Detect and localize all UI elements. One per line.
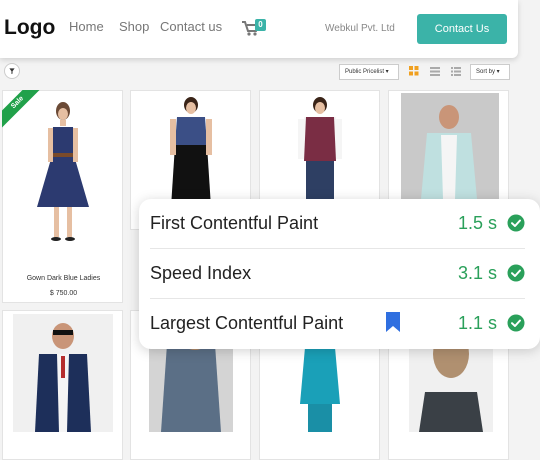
top-navbar: Logo Home Shop Contact us 0 Webkul Pvt. … [0, 0, 518, 58]
list-view-icon[interactable] [430, 66, 440, 76]
check-circle-icon [507, 314, 525, 332]
metric-label: Largest Contentful Paint [150, 313, 344, 333]
metric-value: 3.1 s [457, 263, 497, 283]
product-image-dress [37, 102, 89, 241]
nav-link-home[interactable]: Home [69, 19, 104, 34]
check-circle-icon [507, 264, 525, 282]
sort-by-dropdown[interactable]: Sort by ▾ [470, 64, 510, 80]
contact-us-button[interactable]: Contact Us [417, 14, 507, 44]
nav-link-shop[interactable]: Shop [119, 19, 149, 34]
grid-view-icon[interactable] [409, 66, 419, 76]
cart-count-badge: 0 [255, 19, 266, 31]
pricelist-label: Public Pricelist [345, 69, 385, 75]
metric-row-speed-index: Speed Index 3.1 s [150, 249, 525, 299]
product-name[interactable]: Gown Dark Blue Ladies [3, 275, 124, 282]
check-circle-icon [507, 214, 525, 232]
metric-value: 1.1 s [457, 313, 497, 333]
sort-by-label: Sort by [476, 69, 496, 75]
metric-row-first-contentful-paint: First Contentful Paint 1.5 s [150, 199, 525, 249]
nav-link-contact[interactable]: Contact us [160, 19, 222, 34]
metric-label: First Contentful Paint [150, 213, 319, 233]
product-image-vest [298, 97, 342, 199]
site-logo[interactable]: Logo [4, 16, 55, 40]
filter-icon[interactable] [4, 63, 20, 79]
product-price: $ 750.00 [49, 290, 78, 297]
product-image-black-dress [170, 97, 212, 207]
metric-label: Speed Index [150, 263, 252, 283]
product-image-man-shirt [401, 93, 499, 199]
product-card[interactable]: Sale Gown Dark Blue Ladies $ 750.00 [2, 90, 123, 303]
compact-list-view-icon[interactable] [451, 66, 461, 76]
metric-value: 1.5 s [457, 213, 497, 233]
company-name: Webkul Pvt. Ltd [325, 23, 395, 34]
pricelist-dropdown[interactable]: Public Pricelist ▾ [339, 64, 399, 80]
product-card[interactable] [2, 310, 123, 460]
product-image-man-suit [13, 314, 113, 432]
performance-metrics-card: First Contentful Paint 1.5 s Speed Index… [139, 199, 540, 349]
metric-row-largest-contentful-paint: Largest Contentful Paint 1.1 s [150, 299, 525, 349]
bookmark-icon [386, 312, 400, 332]
